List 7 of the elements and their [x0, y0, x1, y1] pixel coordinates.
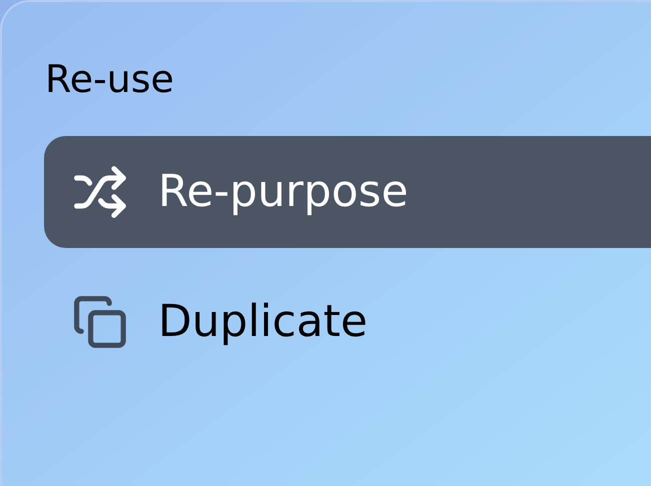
section-title: Re-use — [45, 60, 174, 98]
shuffle-icon — [72, 164, 128, 220]
menu-item[interactable]: Duplicate — [44, 266, 651, 378]
menu-item-label: Re-purpose — [158, 170, 408, 214]
menu-item[interactable]: Re-purpose — [44, 136, 651, 248]
copy-icon — [72, 294, 128, 350]
menu-item-label: Duplicate — [158, 300, 368, 344]
